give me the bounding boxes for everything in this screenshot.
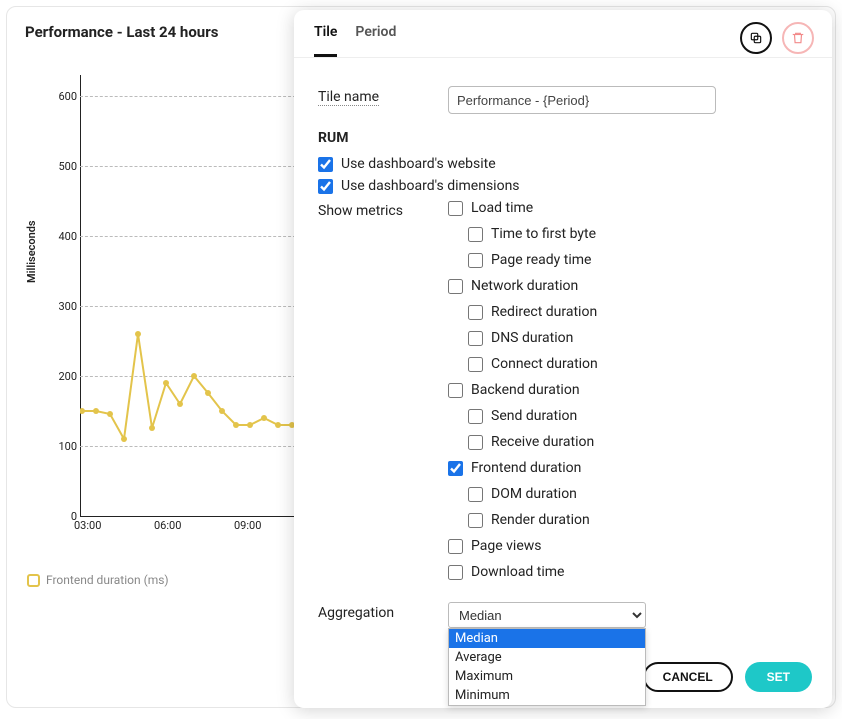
panel-footer: CANCEL SET [643,662,812,692]
show-metrics-label: Show metrics [318,200,448,219]
tabs: Tile Period [314,24,396,57]
aggregation-dropdown: Median Average Maximum Minimum [448,628,646,706]
rum-section-heading: RUM [318,130,808,146]
trash-icon [791,31,805,45]
y-axis-label: Milliseconds [25,220,38,283]
legend-swatch [27,574,40,587]
metric-load-time-checkbox[interactable] [448,201,463,216]
set-button[interactable]: SET [745,662,812,692]
delete-button[interactable] [782,22,814,54]
metric-backend-checkbox[interactable] [448,383,463,398]
legend-label: Frontend duration (ms) [46,573,169,587]
aggregation-label: Aggregation [318,602,448,621]
metric-page-views-checkbox[interactable] [448,539,463,554]
y-tick: 500 [55,160,77,173]
metric-ttfb-checkbox[interactable] [468,227,483,242]
metric-dns-checkbox[interactable] [468,331,483,346]
duplicate-button[interactable] [740,22,772,54]
tile-name-label: Tile name [318,89,379,106]
use-dimensions-checkbox[interactable] [318,179,333,194]
cancel-button[interactable]: CANCEL [643,662,733,692]
y-tick: 200 [55,370,77,383]
panel-body: Tile name RUM Use dashboard's website Us… [294,58,832,628]
aggregation-option-minimum[interactable]: Minimum [449,686,645,705]
tab-period[interactable]: Period [355,24,396,57]
x-tick: 03:00 [74,519,101,532]
aggregation-option-average[interactable]: Average [449,648,645,667]
metric-frontend-checkbox[interactable] [448,461,463,476]
use-website-checkbox[interactable] [318,157,333,172]
use-website-label: Use dashboard's website [341,156,496,172]
metric-page-ready-checkbox[interactable] [468,253,483,268]
metric-send-checkbox[interactable] [468,409,483,424]
x-tick: 06:00 [154,519,181,532]
aggregation-select[interactable]: Median [448,602,646,628]
y-tick: 600 [55,90,77,103]
metric-dom-checkbox[interactable] [468,487,483,502]
tile-settings-panel: Tile Period Tile name RUM Use dashboard'… [294,10,832,708]
metric-download-checkbox[interactable] [448,565,463,580]
y-tick: 100 [55,440,77,453]
y-tick: 400 [55,230,77,243]
tab-tile[interactable]: Tile [314,24,337,57]
aggregation-option-median[interactable]: Median [449,629,645,648]
panel-header: Tile Period [294,10,832,58]
metric-render-checkbox[interactable] [468,513,483,528]
x-tick: 09:00 [234,519,261,532]
aggregation-option-maximum[interactable]: Maximum [449,667,645,686]
chart-legend: Frontend duration (ms) [27,573,169,587]
metric-receive-checkbox[interactable] [468,435,483,450]
chart-plot [80,75,296,516]
use-dimensions-label: Use dashboard's dimensions [341,178,520,194]
line-chart: Milliseconds 0 100 200 300 400 500 600 0… [27,53,297,543]
metric-connect-checkbox[interactable] [468,357,483,372]
copy-icon [749,31,763,45]
y-tick: 300 [55,300,77,313]
tile-name-input[interactable] [448,86,716,114]
metric-redirect-checkbox[interactable] [468,305,483,320]
metrics-list: Load time Time to first byte Page ready … [448,200,598,586]
metric-network-checkbox[interactable] [448,279,463,294]
tile-title: Performance - Last 24 hours [25,23,218,41]
